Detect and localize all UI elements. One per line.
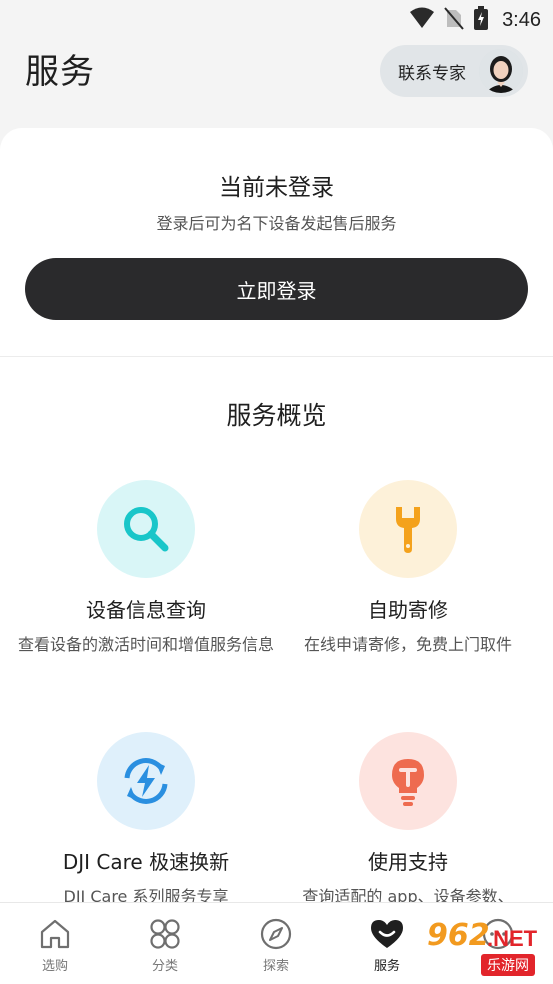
service-name: 自助寄修 (368, 598, 448, 622)
contact-expert-button[interactable]: 联系专家 (380, 45, 528, 97)
login-button[interactable]: 立即登录 (25, 258, 528, 320)
service-overview-title: 服务概览 (226, 401, 327, 430)
service-name: DJI Care 极速换新 (62, 850, 230, 874)
service-usage-support[interactable]: 使用支持 查询适配的 app、设备参数、 (270, 732, 546, 909)
no-sim-icon (444, 6, 464, 34)
expert-avatar (479, 49, 523, 93)
tab-label: 探索 (262, 959, 289, 974)
tab-label: 选购 (41, 959, 68, 974)
tab-shop[interactable]: 选购 (0, 915, 110, 974)
status-bar: 3:46 (0, 0, 553, 38)
service-name: 设备信息查询 (86, 598, 206, 622)
service-name: 使用支持 (368, 850, 448, 874)
contact-expert-label: 联系专家 (398, 63, 466, 84)
watermark-suffix: .NET (487, 926, 538, 951)
page-header: 服务 联系专家 (0, 42, 553, 104)
site-watermark-logo: 962 .NET 乐游网 (409, 918, 549, 980)
heart-smile-icon (368, 915, 406, 953)
wifi-icon (410, 7, 435, 33)
service-desc: 查看设备的激活时间和增值服务信息 (18, 635, 275, 654)
bulb-icon (359, 732, 457, 830)
login-status-title: 当前未登录 (219, 175, 334, 201)
compass-icon (257, 915, 295, 953)
home-icon (36, 915, 74, 953)
watermark-sub: 乐游网 (481, 954, 535, 976)
login-status-subtitle: 登录后可为名下设备发起售后服务 (156, 214, 397, 233)
service-desc: 在线申请寄修，免费上门取件 (303, 635, 512, 654)
refresh-bolt-icon (97, 732, 195, 830)
service-device-info[interactable]: 设备信息查询 查看设备的激活时间和增值服务信息 (8, 480, 284, 657)
service-dji-care[interactable]: DJI Care 极速换新 DJI Care 系列服务专享 (8, 732, 284, 909)
grid-icon (146, 915, 184, 953)
tab-label: 分类 (151, 959, 178, 974)
main-card: 当前未登录 登录后可为名下设备发起售后服务 立即登录 服务概览 设备信息查询 查… (0, 128, 553, 928)
page-title: 服务 (25, 52, 95, 92)
status-time: 3:46 (502, 8, 541, 31)
battery-charging-icon (474, 6, 489, 34)
tab-category[interactable]: 分类 (110, 915, 220, 974)
divider (0, 356, 553, 357)
tab-explore[interactable]: 探索 (221, 915, 331, 974)
watermark-number: 962 (427, 918, 490, 953)
search-icon (97, 480, 195, 578)
wrench-icon (359, 480, 457, 578)
service-self-repair[interactable]: 自助寄修 在线申请寄修，免费上门取件 (270, 480, 546, 657)
